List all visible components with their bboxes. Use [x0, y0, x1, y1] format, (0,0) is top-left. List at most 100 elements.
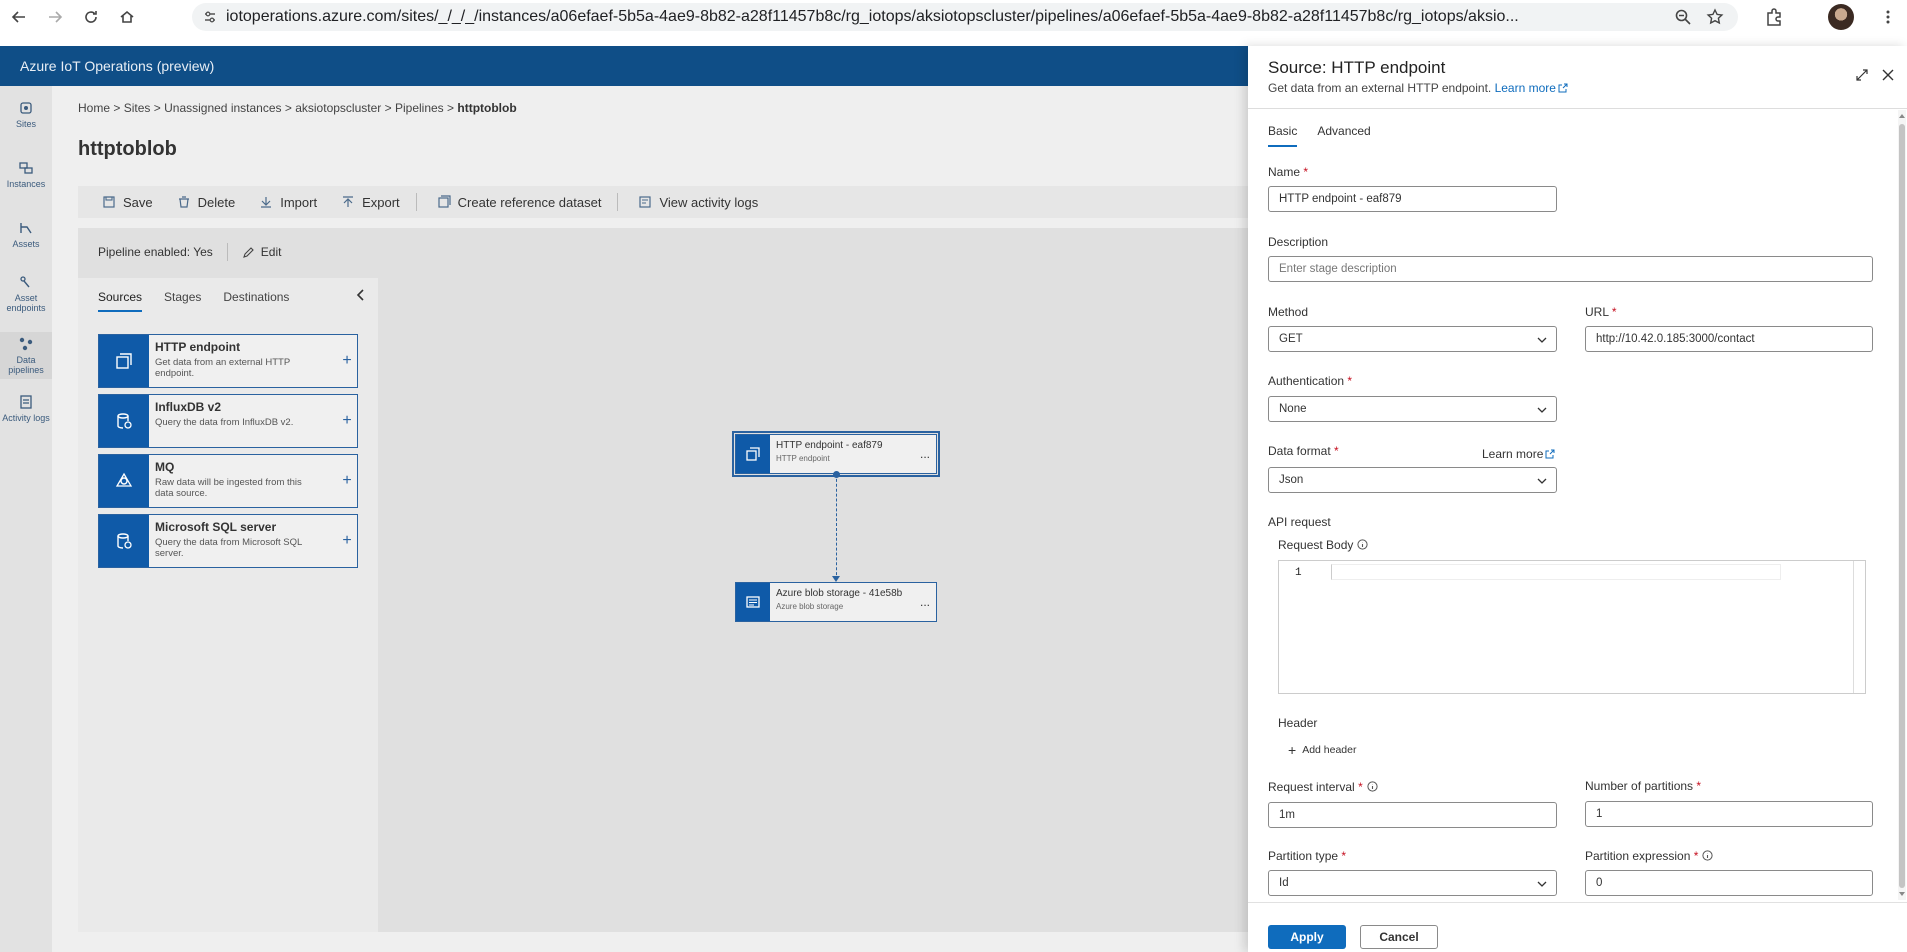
expand-icon[interactable]: [1855, 68, 1869, 82]
url-input[interactable]: http://10.42.0.185:3000/contact: [1585, 326, 1873, 352]
partition-type-select[interactable]: Id: [1268, 870, 1557, 896]
browser-toolbar: iotoperations.azure.com/sites/_/_/_/inst…: [0, 0, 1907, 34]
info-icon[interactable]: [1367, 781, 1378, 792]
data-format-select[interactable]: Json: [1268, 467, 1557, 493]
home-icon[interactable]: [116, 6, 138, 28]
tab-advanced[interactable]: Advanced: [1317, 124, 1370, 147]
source-card-http-endpoint[interactable]: HTTP endpoint Get data from an external …: [98, 334, 358, 388]
reload-icon[interactable]: [80, 6, 102, 28]
source-card-mq[interactable]: MQ Raw data will be ingested from this d…: [98, 454, 358, 508]
current-line: [1331, 564, 1781, 580]
pipeline-node-source[interactable]: HTTP endpoint - eaf879 HTTP endpoint ...: [732, 431, 940, 477]
api-request-label: API request: [1268, 515, 1331, 529]
activity-log-icon: [639, 196, 652, 208]
breadcrumb: Home > Sites > Unassigned instances > ak…: [78, 101, 517, 115]
scroll-up-arrow[interactable]: [1899, 114, 1905, 118]
add-source-icon[interactable]: +: [337, 335, 357, 387]
add-header-button[interactable]: + Add header: [1288, 742, 1356, 758]
url-label: URL *: [1585, 305, 1617, 319]
view-activity-logs-button[interactable]: View activity logs: [638, 195, 758, 210]
pipeline-status-bar: Pipeline enabled: Yes Edit: [78, 236, 1248, 268]
scroll-down-arrow[interactable]: [1899, 892, 1905, 896]
chevron-left-icon[interactable]: [354, 288, 368, 302]
delete-button[interactable]: Delete: [177, 195, 235, 210]
learn-more-link[interactable]: Learn more: [1495, 81, 1568, 95]
dataset-icon: [438, 195, 451, 208]
breadcrumb-sites[interactable]: Sites: [124, 101, 151, 115]
zoom-icon[interactable]: [1674, 8, 1692, 26]
external-link-icon: [1558, 83, 1568, 93]
add-source-icon[interactable]: +: [337, 515, 357, 567]
name-input[interactable]: HTTP endpoint - eaf879: [1268, 186, 1557, 212]
add-source-icon[interactable]: +: [337, 455, 357, 507]
pipeline-toolbar: Save Delete Import Export Create referen…: [78, 186, 1248, 218]
close-icon[interactable]: [1881, 68, 1895, 82]
request-interval-label: Request interval *: [1268, 780, 1378, 794]
http-endpoint-icon: [116, 353, 132, 369]
site-settings-icon[interactable]: [202, 9, 218, 25]
save-button[interactable]: Save: [102, 195, 153, 210]
source-card-desc: Raw data will be ingested from this data…: [155, 477, 302, 499]
create-reference-dataset-button[interactable]: Create reference dataset: [437, 195, 601, 210]
node-more-icon[interactable]: ...: [914, 583, 936, 621]
breadcrumb-home[interactable]: Home: [78, 101, 110, 115]
source-card-sql-server[interactable]: Microsoft SQL server Query the data from…: [98, 514, 358, 568]
sites-icon: [20, 102, 32, 114]
drawer-scrollbar[interactable]: [1898, 110, 1906, 900]
method-label: Method: [1268, 305, 1309, 319]
breadcrumb-instances[interactable]: Unassigned instances: [164, 101, 281, 115]
edit-pipeline-button[interactable]: Edit: [242, 245, 281, 259]
pencil-icon: [242, 246, 254, 258]
rail-item-assets[interactable]: Assets: [0, 220, 52, 249]
rail-item-asset-endpoints[interactable]: Asset endpoints: [0, 274, 52, 313]
profile-avatar[interactable]: [1828, 4, 1854, 30]
request-interval-input[interactable]: 1m: [1268, 802, 1557, 828]
http-endpoint-icon: [746, 447, 760, 461]
drawer-title: Source: HTTP endpoint: [1268, 58, 1446, 77]
bookmark-star-icon[interactable]: [1706, 8, 1724, 26]
export-button[interactable]: Export: [341, 195, 400, 210]
address-bar[interactable]: iotoperations.azure.com/sites/_/_/_/inst…: [192, 3, 1738, 31]
add-source-icon[interactable]: +: [337, 395, 357, 447]
pipeline-node-destination[interactable]: Azure blob storage - 41e58b Azure blob s…: [735, 582, 937, 622]
method-select[interactable]: GET: [1268, 326, 1557, 352]
authentication-label: Authentication *: [1268, 374, 1353, 388]
source-card-influxdb[interactable]: InfluxDB v2 Query the data from InfluxDB…: [98, 394, 358, 448]
database-icon: [117, 413, 132, 429]
forward-icon[interactable]: [44, 6, 66, 28]
info-icon[interactable]: [1357, 539, 1368, 550]
import-button[interactable]: Import: [259, 195, 317, 210]
request-body-editor[interactable]: 1: [1278, 560, 1866, 694]
source-card-desc: Query the data from Microsoft SQL server…: [155, 537, 302, 559]
authentication-select[interactable]: None: [1268, 396, 1557, 422]
source-config-drawer: Source: HTTP endpoint Get data from an e…: [1248, 46, 1907, 952]
plus-icon: +: [1288, 742, 1297, 758]
breadcrumb-pipelines[interactable]: Pipelines: [395, 101, 444, 115]
editor-scrollbar[interactable]: [1853, 561, 1865, 693]
description-input[interactable]: Enter stage description: [1268, 256, 1873, 282]
number-of-partitions-input[interactable]: 1: [1585, 801, 1873, 827]
back-icon[interactable]: [8, 6, 30, 28]
tab-sources[interactable]: Sources: [98, 290, 143, 312]
tab-destinations[interactable]: Destinations: [223, 290, 289, 312]
info-icon[interactable]: [1702, 850, 1714, 861]
rail-item-data-pipelines[interactable]: Data pipelines: [0, 332, 52, 379]
apply-button[interactable]: Apply: [1268, 925, 1346, 949]
tab-stages[interactable]: Stages: [164, 290, 201, 312]
tab-basic[interactable]: Basic: [1268, 124, 1298, 147]
node-more-icon[interactable]: ...: [914, 435, 936, 473]
cancel-button[interactable]: Cancel: [1360, 925, 1438, 949]
rail-item-sites[interactable]: Sites: [0, 100, 52, 129]
chevron-down-icon: [1537, 881, 1547, 887]
breadcrumb-cluster[interactable]: aksiotopscluster: [295, 101, 381, 115]
request-body-label: Request Body: [1278, 538, 1368, 552]
scrollbar-thumb[interactable]: [1899, 124, 1905, 888]
data-format-learn-more-link[interactable]: Learn more: [1482, 447, 1555, 461]
rail-item-instances[interactable]: Instances: [0, 160, 52, 189]
partition-expression-input[interactable]: 0: [1585, 870, 1873, 896]
sources-panel: Sources Stages Destinations HTTP endpoin…: [78, 278, 378, 932]
browser-menu-icon[interactable]: [1880, 9, 1896, 25]
rail-item-activity-logs[interactable]: Activity logs: [0, 394, 52, 423]
extensions-icon[interactable]: [1764, 7, 1784, 27]
description-label: Description: [1268, 235, 1329, 249]
